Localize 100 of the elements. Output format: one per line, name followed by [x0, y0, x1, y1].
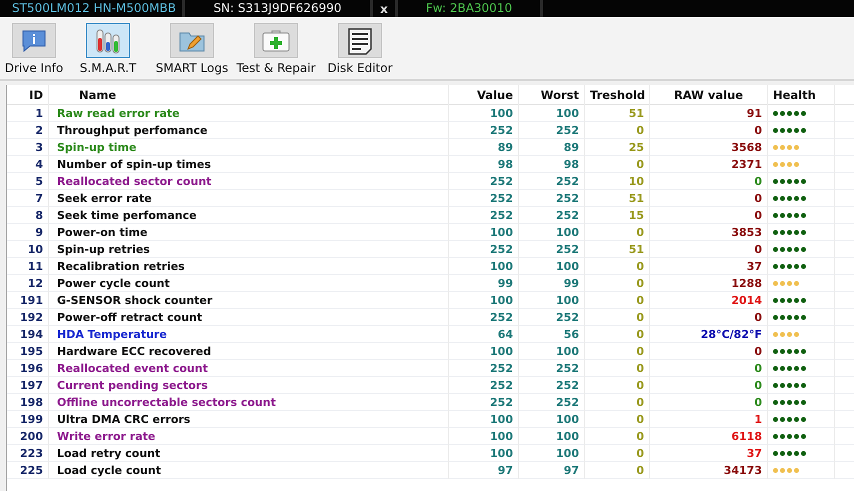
attribute-name: Recalibration retries	[49, 258, 449, 275]
raw-value-cell: 34173	[650, 462, 768, 479]
worst-cell: 100	[519, 343, 585, 360]
value-cell: 252	[449, 190, 519, 207]
value-cell: 100	[449, 411, 519, 428]
worst-cell: 100	[519, 428, 585, 445]
threshold-cell: 0	[585, 428, 650, 445]
value-cell: 252	[449, 377, 519, 394]
column-header[interactable]: Treshold	[585, 85, 650, 105]
toolbar-button[interactable]: Test & Repair	[234, 23, 318, 79]
raw-value-cell: 0	[650, 360, 768, 377]
attribute-id: 199	[7, 411, 49, 428]
raw-value-cell: 37	[650, 258, 768, 275]
attribute-name: Raw read error rate	[49, 105, 449, 122]
attribute-id: 200	[7, 428, 49, 445]
attribute-name: Current pending sectors	[49, 377, 449, 394]
value-cell: 100	[449, 292, 519, 309]
raw-value-cell: 3568	[650, 139, 768, 156]
attribute-id: 1	[7, 105, 49, 122]
column-header[interactable]: Health	[768, 85, 835, 105]
raw-value-cell: 0	[650, 377, 768, 394]
attribute-name: Write error rate	[49, 428, 449, 445]
raw-value-cell: 37	[650, 445, 768, 462]
attribute-name: Offline uncorrectable sectors count	[49, 394, 449, 411]
worst-cell: 97	[519, 462, 585, 479]
attribute-name: Reallocated sector count	[49, 173, 449, 190]
toolbar-button[interactable]: Disk Editor	[318, 23, 402, 79]
value-cell: 100	[449, 343, 519, 360]
column-header[interactable]: Value	[449, 85, 519, 105]
attribute-id: 195	[7, 343, 49, 360]
raw-value-cell: 6118	[650, 428, 768, 445]
column-header[interactable]: ID	[7, 85, 49, 105]
value-cell: 100	[449, 428, 519, 445]
raw-value-cell: 0	[650, 173, 768, 190]
attribute-id: 5	[7, 173, 49, 190]
attribute-id: 196	[7, 360, 49, 377]
threshold-cell: 0	[585, 462, 650, 479]
value-cell: 252	[449, 207, 519, 224]
attribute-id: 7	[7, 190, 49, 207]
value-cell: 98	[449, 156, 519, 173]
attribute-name: Reallocated event count	[49, 360, 449, 377]
attribute-id: 223	[7, 445, 49, 462]
worst-cell: 98	[519, 156, 585, 173]
column-header[interactable]: Name	[49, 85, 449, 105]
value-cell: 252	[449, 122, 519, 139]
attribute-name: Power-on time	[49, 224, 449, 241]
attribute-name: Power cycle count	[49, 275, 449, 292]
value-cell: 100	[449, 224, 519, 241]
toolbar-button[interactable]: Drive Info	[2, 23, 66, 79]
worst-cell: 100	[519, 224, 585, 241]
threshold-cell: 0	[585, 343, 650, 360]
attribute-id: 12	[7, 275, 49, 292]
worst-cell: 252	[519, 360, 585, 377]
attribute-id: 225	[7, 462, 49, 479]
value-cell: 64	[449, 326, 519, 343]
value-cell: 89	[449, 139, 519, 156]
value-cell: 252	[449, 309, 519, 326]
raw-value-cell: 0	[650, 190, 768, 207]
raw-value-cell: 2371	[650, 156, 768, 173]
column-header[interactable]: RAW value	[650, 85, 768, 105]
raw-value-cell: 2014	[650, 292, 768, 309]
value-cell: 97	[449, 462, 519, 479]
attribute-name: Hardware ECC recovered	[49, 343, 449, 360]
raw-value-cell: 0	[650, 122, 768, 139]
attribute-id: 3	[7, 139, 49, 156]
threshold-cell: 15	[585, 207, 650, 224]
threshold-cell: 0	[585, 122, 650, 139]
value-cell: 252	[449, 241, 519, 258]
attribute-name: Throughput perfomance	[49, 122, 449, 139]
worst-cell: 252	[519, 377, 585, 394]
attribute-name: Spin-up retries	[49, 241, 449, 258]
attribute-name: Load retry count	[49, 445, 449, 462]
threshold-cell: 0	[585, 309, 650, 326]
attribute-name: Number of spin-up times	[49, 156, 449, 173]
threshold-cell: 0	[585, 377, 650, 394]
threshold-cell: 0	[585, 275, 650, 292]
attribute-id: 4	[7, 156, 49, 173]
attribute-id: 194	[7, 326, 49, 343]
worst-cell: 252	[519, 241, 585, 258]
column-header[interactable]: Worst	[519, 85, 585, 105]
attribute-name: G-SENSOR shock counter	[49, 292, 449, 309]
threshold-cell: 25	[585, 139, 650, 156]
value-cell: 100	[449, 105, 519, 122]
value-cell: 100	[449, 258, 519, 275]
attribute-name: Load cycle count	[49, 462, 449, 479]
threshold-cell: 0	[585, 292, 650, 309]
toolbar-button[interactable]: S.M.A.R.T	[66, 23, 150, 79]
test-tubes-icon	[94, 28, 122, 54]
attribute-id: 197	[7, 377, 49, 394]
attribute-id: 192	[7, 309, 49, 326]
worst-cell: 100	[519, 411, 585, 428]
raw-value-cell: 0	[650, 394, 768, 411]
threshold-cell: 51	[585, 190, 650, 207]
threshold-cell: 51	[585, 241, 650, 258]
attribute-name: Power-off retract count	[49, 309, 449, 326]
worst-cell: 252	[519, 122, 585, 139]
worst-cell: 100	[519, 105, 585, 122]
toolbar-button[interactable]: SMART Logs	[150, 23, 234, 79]
first-aid-kit-icon	[261, 28, 291, 52]
attribute-name: Seek time perfomance	[49, 207, 449, 224]
